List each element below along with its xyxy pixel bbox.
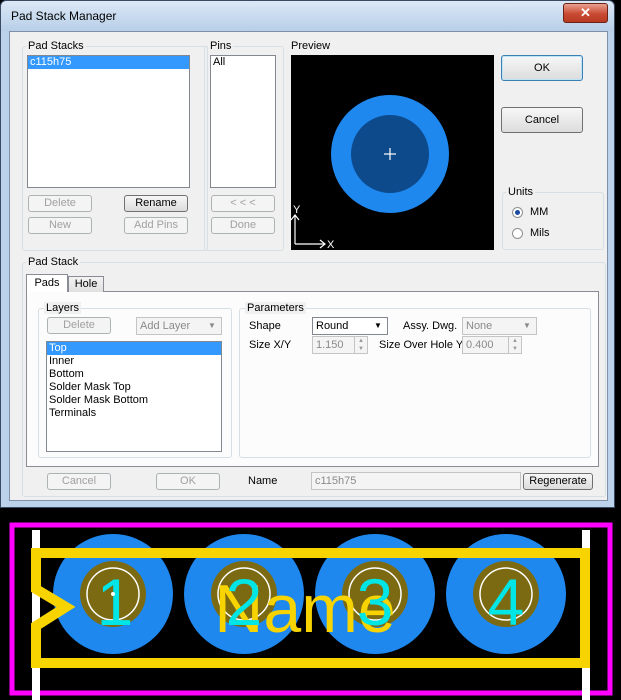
assy-dwg-value: None bbox=[466, 320, 493, 332]
chevron-down-icon: ▼ bbox=[374, 321, 382, 330]
rename-button[interactable]: Rename bbox=[124, 195, 188, 212]
size-over-hole-label: Size Over Hole Y bbox=[379, 339, 464, 351]
shape-label: Shape bbox=[249, 320, 281, 332]
size-over-hole-value: 0.400 bbox=[466, 339, 494, 351]
add-layer-combo[interactable]: Add Layer ▼ bbox=[136, 317, 222, 335]
move-pins-left-button[interactable]: < < < bbox=[211, 195, 275, 212]
regenerate-button[interactable]: Regenerate bbox=[523, 473, 593, 490]
chevron-down-icon: ▼ bbox=[208, 321, 216, 330]
list-item-layer-bottom[interactable]: Bottom bbox=[47, 368, 221, 381]
list-item-layer-solder-mask-bottom[interactable]: Solder Mask Bottom bbox=[47, 394, 221, 407]
layers-label: Layers bbox=[44, 302, 82, 314]
pin-number-2: 2 bbox=[226, 565, 263, 639]
title-bar: Pad Stack Manager ✕ bbox=[1, 1, 614, 31]
units-mm-label: MM bbox=[530, 206, 549, 218]
size-xy-stepper[interactable]: 1.150 ▲ ▼ bbox=[312, 336, 368, 354]
pins-list[interactable]: All bbox=[210, 55, 276, 188]
done-button[interactable]: Done bbox=[211, 217, 275, 234]
units-label: Units bbox=[506, 186, 536, 198]
spin-arrows-icon[interactable]: ▲ ▼ bbox=[354, 337, 367, 353]
units-group bbox=[502, 192, 604, 250]
pad-preview: X Y bbox=[291, 55, 494, 250]
size-xy-label: Size X/Y bbox=[249, 339, 292, 351]
units-mm-radio[interactable] bbox=[512, 207, 523, 218]
delete-layer-button[interactable]: Delete bbox=[47, 317, 111, 334]
name-field[interactable]: c115h75 bbox=[311, 472, 521, 490]
layers-list[interactable]: Top Inner Bottom Solder Mask Top Solder … bbox=[46, 341, 222, 452]
pad-stack-manager-window: Pad Stack Manager ✕ Pad Stacks c115h75 D… bbox=[0, 0, 615, 508]
list-item-pad-stack[interactable]: c115h75 bbox=[28, 56, 189, 69]
chevron-down-icon: ▼ bbox=[523, 321, 531, 330]
shape-select[interactable]: Round ▼ bbox=[312, 317, 388, 335]
spin-arrows-icon[interactable]: ▲ ▼ bbox=[508, 337, 521, 353]
size-over-hole-stepper[interactable]: 0.400 ▲ ▼ bbox=[462, 336, 522, 354]
name-value: c115h75 bbox=[315, 475, 357, 487]
pin-number-1: 1 bbox=[97, 565, 134, 639]
window-title: Pad Stack Manager bbox=[11, 9, 117, 23]
units-mils-label: Mils bbox=[530, 227, 550, 239]
cancel-button[interactable]: Cancel bbox=[501, 107, 583, 133]
delete-pad-stack-button[interactable]: Delete bbox=[28, 195, 92, 212]
preview-label: Preview bbox=[291, 40, 331, 52]
preview-axis-y: Y bbox=[293, 204, 301, 216]
pad-stacks-label: Pad Stacks bbox=[26, 40, 86, 52]
add-layer-text: Add Layer bbox=[140, 320, 191, 332]
pin-number-3: 3 bbox=[357, 565, 394, 639]
assy-dwg-label: Assy. Dwg. bbox=[403, 320, 458, 332]
pins-label: Pins bbox=[208, 40, 234, 52]
pad-stack-ok-button[interactable]: OK bbox=[156, 473, 220, 490]
origin-marker bbox=[111, 592, 115, 596]
ok-button[interactable]: OK bbox=[501, 55, 583, 81]
close-button[interactable]: ✕ bbox=[563, 3, 608, 23]
tab-pads[interactable]: Pads bbox=[26, 274, 68, 292]
units-mils-radio[interactable] bbox=[512, 228, 523, 239]
new-pad-stack-button[interactable]: New bbox=[28, 217, 92, 234]
list-item-pin[interactable]: All bbox=[211, 56, 275, 69]
size-xy-value: 1.150 bbox=[316, 339, 344, 351]
shape-value: Round bbox=[316, 320, 349, 332]
pin-number-4: 4 bbox=[488, 565, 525, 639]
dialog-client: Pad Stacks c115h75 Delete Rename New Add… bbox=[9, 31, 608, 501]
pad-stacks-list[interactable]: c115h75 bbox=[27, 55, 190, 188]
pad-stack-label: Pad Stack bbox=[26, 256, 81, 268]
assy-dwg-select[interactable]: None ▼ bbox=[462, 317, 537, 335]
pad-stack-cancel-button[interactable]: Cancel bbox=[47, 473, 111, 490]
list-item-layer-solder-mask-top[interactable]: Solder Mask Top bbox=[47, 381, 221, 394]
list-item-layer-top[interactable]: Top bbox=[47, 342, 221, 355]
add-pins-button[interactable]: Add Pins bbox=[124, 217, 188, 234]
list-item-layer-inner[interactable]: Inner bbox=[47, 355, 221, 368]
list-item-layer-terminals[interactable]: Terminals bbox=[47, 407, 221, 420]
tab-hole[interactable]: Hole bbox=[68, 276, 104, 292]
parameters-label: Parameters bbox=[245, 302, 306, 314]
name-label: Name bbox=[248, 475, 278, 487]
preview-axis-x: X bbox=[327, 239, 335, 250]
